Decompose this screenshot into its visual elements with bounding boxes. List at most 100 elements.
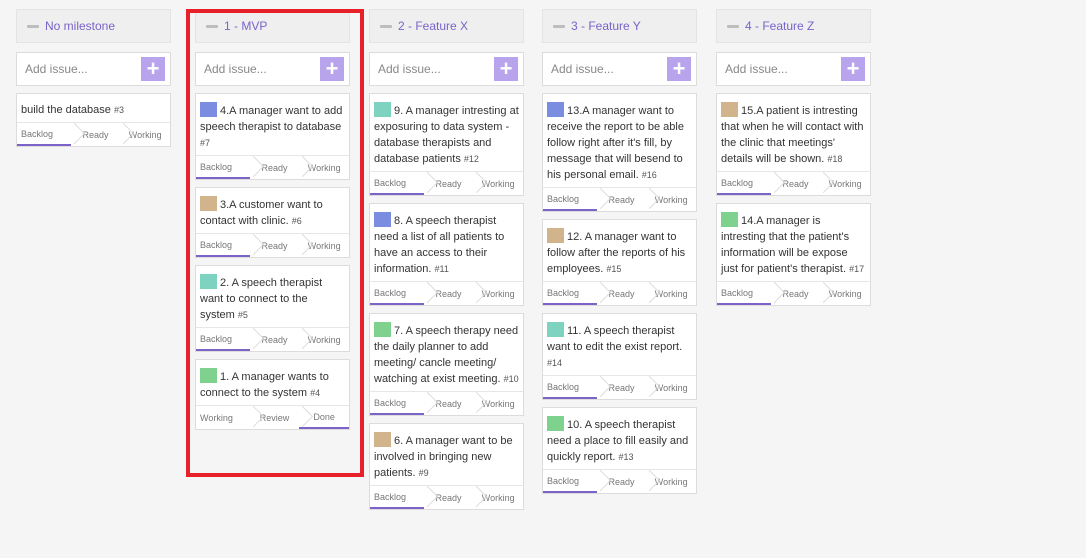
status-step[interactable]: Backlog <box>17 123 71 146</box>
column-3: 3 - Feature Y Add issue... +13.A manager w… <box>542 9 697 494</box>
add-icon[interactable]: + <box>841 57 865 81</box>
issue-number[interactable]: #18 <box>827 154 842 164</box>
add-issue-field[interactable]: Add issue... + <box>542 52 697 86</box>
add-icon[interactable]: + <box>494 57 518 81</box>
status-step[interactable]: Working <box>646 376 696 399</box>
status-steps: Backlog Ready Working <box>543 187 696 211</box>
issue-card[interactable]: 8. A speech therapist need a list of all… <box>369 203 524 306</box>
issue-number[interactable]: #17 <box>849 264 864 274</box>
issue-card[interactable]: build the database #3 Backlog Ready Working <box>16 93 171 147</box>
add-issue-placeholder: Add issue... <box>551 62 614 76</box>
issue-number[interactable]: #11 <box>435 264 449 274</box>
issue-number[interactable]: #12 <box>464 154 479 164</box>
status-step[interactable]: Working <box>473 486 523 509</box>
issue-title[interactable]: 7. A speech therapy need the daily plann… <box>374 325 518 385</box>
status-step[interactable]: Backlog <box>370 172 424 195</box>
add-issue-placeholder: Add issue... <box>725 62 788 76</box>
status-step[interactable]: Backlog <box>717 172 771 195</box>
status-step[interactable]: Backlog <box>370 282 424 305</box>
issue-card[interactable]: 6. A manager want to be involved in brin… <box>369 423 524 510</box>
status-step[interactable]: Backlog <box>717 282 771 305</box>
status-step[interactable]: Backlog <box>543 188 597 211</box>
issue-number[interactable]: #16 <box>642 170 657 180</box>
issue-card[interactable]: 10. A speech therapist need a place to f… <box>542 407 697 494</box>
status-step[interactable]: Backlog <box>543 470 597 493</box>
status-step[interactable]: Backlog <box>370 392 424 415</box>
issue-title[interactable]: 6. A manager want to be involved in brin… <box>374 435 513 479</box>
status-step[interactable]: Working <box>820 282 870 305</box>
issue-card[interactable]: 13.A manager want to receive the report … <box>542 93 697 212</box>
status-step[interactable]: Ready <box>424 282 474 305</box>
status-steps: Backlog Ready Working <box>717 281 870 305</box>
status-step[interactable]: Working <box>820 172 870 195</box>
drag-handle-icon[interactable] <box>727 24 739 28</box>
column-title: 3 - Feature Y <box>571 19 641 33</box>
status-step[interactable]: Working <box>646 470 696 493</box>
issue-number[interactable]: #15 <box>606 264 621 274</box>
status-step[interactable]: Ready <box>771 282 821 305</box>
status-step[interactable]: Ready <box>424 392 474 415</box>
status-step[interactable]: Working <box>473 172 523 195</box>
status-steps: Backlog Ready Working <box>543 281 696 305</box>
add-icon[interactable]: + <box>667 57 691 81</box>
status-step[interactable]: Ready <box>424 172 474 195</box>
add-issue-placeholder: Add issue... <box>25 62 88 76</box>
status-step[interactable]: Backlog <box>543 282 597 305</box>
status-step[interactable]: Ready <box>771 172 821 195</box>
issue-card[interactable]: 7. A speech therapy need the daily plann… <box>369 313 524 416</box>
drag-handle-icon[interactable] <box>553 24 565 28</box>
status-step[interactable]: Backlog <box>543 376 597 399</box>
add-issue-field[interactable]: Add issue... + <box>16 52 171 86</box>
issue-number[interactable]: #13 <box>619 452 634 462</box>
issue-title[interactable]: 14.A manager is intresting that the pati… <box>721 215 849 275</box>
issue-title[interactable]: build the database <box>21 104 111 116</box>
add-issue-field[interactable]: Add issue... + <box>716 52 871 86</box>
status-step[interactable]: Ready <box>597 470 647 493</box>
column-header[interactable]: 2 - Feature X <box>369 9 524 43</box>
status-steps: Backlog Ready Working <box>370 485 523 509</box>
column-header[interactable]: No milestone <box>16 9 171 43</box>
status-step[interactable]: Working <box>646 282 696 305</box>
status-step[interactable]: Ready <box>71 123 121 146</box>
avatar-icon <box>547 322 564 337</box>
status-step[interactable]: Ready <box>597 188 647 211</box>
column-title: 4 - Feature Z <box>745 19 815 33</box>
issue-card[interactable]: 15.A patient is intresting that when he … <box>716 93 871 196</box>
status-steps: Backlog Ready Working <box>717 171 870 195</box>
status-step[interactable]: Working <box>473 392 523 415</box>
status-step[interactable]: Working <box>473 282 523 305</box>
status-step[interactable]: Ready <box>597 376 647 399</box>
status-steps: Backlog Ready Working <box>370 281 523 305</box>
issue-card[interactable]: 11. A speech therapist want to edit the … <box>542 313 697 400</box>
issue-card[interactable]: 12. A manager want to follow after the r… <box>542 219 697 306</box>
drag-handle-icon[interactable] <box>27 24 39 28</box>
status-steps: Backlog Ready Working <box>17 122 170 146</box>
avatar-icon <box>374 212 391 227</box>
status-steps: Backlog Ready Working <box>543 375 696 399</box>
column-0: No milestone Add issue... + build the datab… <box>16 9 171 147</box>
column-header[interactable]: 3 - Feature Y <box>542 9 697 43</box>
column-header[interactable]: 4 - Feature Z <box>716 9 871 43</box>
issue-number[interactable]: #14 <box>547 358 562 368</box>
status-steps: Backlog Ready Working <box>543 469 696 493</box>
issue-title[interactable]: 13.A manager want to receive the report … <box>547 105 684 181</box>
status-step[interactable]: Working <box>120 123 170 146</box>
column-title: 2 - Feature X <box>398 19 469 33</box>
issue-card[interactable]: 14.A manager is intresting that the pati… <box>716 203 871 306</box>
issue-number[interactable]: #9 <box>419 468 429 478</box>
issue-title[interactable]: 9. A manager intresting at exposuring to… <box>374 105 519 165</box>
issue-title[interactable]: 11. A speech therapist want to edit the … <box>547 325 682 353</box>
status-steps: Backlog Ready Working <box>370 391 523 415</box>
status-step[interactable]: Ready <box>424 486 474 509</box>
issue-number[interactable]: #3 <box>114 105 124 115</box>
add-issue-field[interactable]: Add issue... + <box>369 52 524 86</box>
status-steps: Backlog Ready Working <box>370 171 523 195</box>
status-step[interactable]: Working <box>646 188 696 211</box>
issue-number[interactable]: #10 <box>504 374 519 384</box>
status-step[interactable]: Ready <box>597 282 647 305</box>
avatar-icon <box>547 416 564 431</box>
drag-handle-icon[interactable] <box>380 24 392 28</box>
add-icon[interactable]: + <box>141 57 165 81</box>
issue-card[interactable]: 9. A manager intresting at exposuring to… <box>369 93 524 196</box>
status-step[interactable]: Backlog <box>370 486 424 509</box>
